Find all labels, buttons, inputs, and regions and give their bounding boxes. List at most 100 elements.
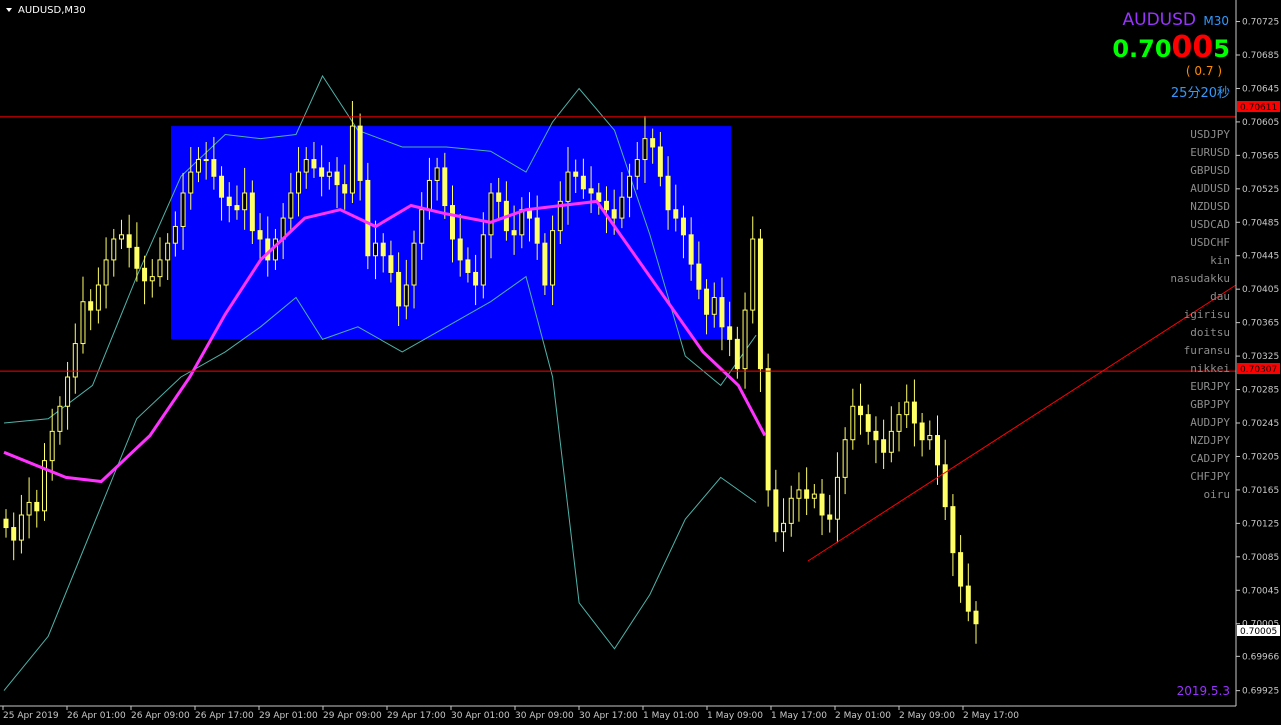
symbol-list-item[interactable]: dau [1210,290,1230,303]
candle-body [34,501,40,512]
symbol-list-item[interactable]: AUDUSD [1190,182,1230,195]
price-tick-label: 0.70645 [1242,84,1279,94]
candle-body [719,297,725,328]
candle-body [311,159,317,169]
candle-body [711,297,717,315]
symbol-list-item[interactable]: USDCAD [1190,218,1230,231]
candle-body [57,405,63,432]
candle-body [904,401,910,416]
time-tick-label: 1 May 09:00 [707,711,763,721]
symbol-list-item[interactable]: NZDJPY [1190,434,1230,447]
price-chart[interactable]: AUDUSD,M30 0.70725 0.70685 0.70645 0.70605 0… [0,0,1281,725]
candle-body [388,255,394,273]
candle-body [365,179,371,257]
candle-body [326,171,332,177]
candle [757,228,763,393]
price-tick-label: 0.70485 [1242,218,1279,228]
candle-body [750,238,756,311]
candle-body [842,439,848,478]
symbol-list-item[interactable]: CADJPY [1190,452,1230,465]
candle-body [627,175,633,198]
candle-body [542,242,548,286]
candle-body [249,192,255,232]
candle-body [580,175,586,190]
candle-body [18,514,24,541]
price-tick-label: 0.70685 [1242,51,1279,61]
time-tick-label: 25 Apr 2019 [3,711,59,721]
candle-body [118,234,124,240]
candle-body [195,159,201,173]
candle-body [665,175,671,211]
current-price-label: 0.70005 [1240,627,1277,637]
candle-body [172,225,178,244]
candle-body [603,200,609,211]
time-tick-label: 29 Apr 01:00 [259,711,318,721]
bid-price-main: 0.70 [1112,35,1171,63]
bid-price-last: 5 [1213,35,1230,63]
symbol-list-item[interactable]: GBPUSD [1190,164,1230,177]
lower-level-tag: 0.70307 [1237,363,1280,375]
symbol-list-item[interactable]: igirisu [1184,308,1230,321]
candle-body [611,209,617,219]
candle-body [265,238,271,261]
symbol-list-item[interactable]: GBPJPY [1190,398,1230,411]
price-tick-label: 0.70205 [1242,452,1279,462]
candle-body [819,493,825,516]
candle-body [757,238,763,370]
current-price-tag: 0.70005 [1237,625,1280,637]
price-tick-label: 0.70325 [1242,352,1279,362]
candle-body [834,476,840,520]
symbol-list-item[interactable]: CHFJPY [1190,470,1230,483]
candle-body [511,230,517,236]
lower-level-label: 0.70307 [1240,365,1277,375]
candle-body [896,414,902,432]
price-tick-label: 0.70085 [1242,553,1279,563]
candle-body [11,527,17,541]
candle-body [457,238,463,261]
candle-body [634,159,640,177]
symbol-list-item[interactable]: furansu [1184,344,1230,357]
candle-body [657,146,663,177]
timeframe-label: M30 [1203,14,1229,28]
candle-body [958,552,964,587]
time-tick-label: 26 Apr 09:00 [131,711,190,721]
candle-body [727,326,733,340]
symbol-list-item[interactable]: USDJPY [1190,128,1230,141]
symbol-list-item[interactable]: NZDUSD [1190,200,1230,213]
candle-body [935,435,941,466]
symbol-list-item[interactable]: nasudakku [1170,272,1230,285]
symbol-title: AUDUSD [1123,10,1197,30]
candle-body [234,205,240,211]
candle-body [488,192,494,236]
symbol-list-item[interactable]: AUDJPY [1190,416,1230,429]
symbol-list-item[interactable]: kin [1210,254,1230,267]
symbol-list-item[interactable]: nikkei [1190,362,1230,375]
symbol-list-item[interactable]: doitsu [1190,326,1230,339]
candle-body [911,401,917,424]
candle-body [142,267,148,282]
date-stamp: 2019.5.3 [1177,684,1230,698]
price-tick-label: 0.69925 [1242,687,1279,697]
symbol-list-item[interactable]: EURJPY [1190,380,1230,393]
candle-body [403,284,409,307]
candle-body [765,368,771,491]
candle-body [180,192,186,227]
candle-body [257,230,263,240]
time-tick-label: 30 Apr 09:00 [515,711,574,721]
candle-body [811,493,817,499]
symbol-list-item[interactable]: oiru [1204,488,1231,501]
candle-body [465,259,471,273]
candle-body [357,125,363,181]
candle-body [588,188,594,194]
candle-body [411,242,417,286]
candle-body [149,276,155,282]
symbol-list-item[interactable]: USDCHF [1190,236,1230,249]
candle-body [519,209,525,236]
candle-body [26,501,32,516]
candle-body [103,259,109,286]
candle-body [688,234,694,265]
candle-body [788,497,794,524]
candle-body [373,242,379,257]
symbol-list-item[interactable]: EURUSD [1190,146,1230,159]
candle-body [973,610,979,625]
